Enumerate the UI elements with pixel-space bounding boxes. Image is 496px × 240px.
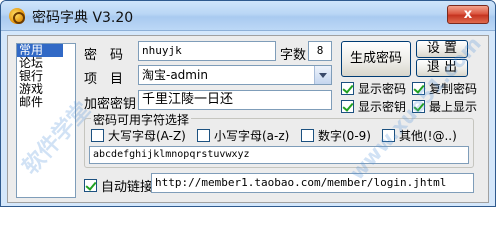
show-key-label: 显示密钥 (358, 100, 407, 114)
generate-password-button[interactable]: 生成密码 (341, 41, 411, 77)
checkbox-checked-icon[interactable] (412, 82, 425, 95)
chevron-down-icon[interactable] (314, 66, 331, 84)
checkbox-checked-icon[interactable] (341, 82, 354, 95)
always-on-top-label: 最上显示 (429, 100, 478, 114)
copy-password-label: 复制密码 (429, 82, 478, 96)
password-label: 密 码 (84, 48, 124, 63)
title-bar[interactable]: 密码字典 V3.20 x (1, 1, 495, 31)
charset-field[interactable]: abcdefghijklmnopqrstuvwxyz (89, 146, 469, 164)
show-password-label: 显示密码 (358, 82, 407, 96)
show-key-checkbox[interactable]: 显示密钥 (341, 98, 406, 115)
app-window: 密码字典 V3.20 x 常用 论坛 银行 游戏 邮件 密 码 nhuyjk 字… (0, 0, 496, 207)
main-panel: 常用 论坛 银行 游戏 邮件 密 码 nhuyjk 字数 8 项 目 淘宝-ad… (7, 35, 489, 203)
checkbox-checked-icon[interactable] (412, 100, 425, 113)
exit-button[interactable]: 退 出 (416, 59, 468, 77)
encrypt-key-field[interactable]: 千里江陵一日还 (138, 90, 332, 110)
checkbox-icon[interactable] (197, 129, 210, 142)
item-select[interactable]: 淘宝-admin (138, 65, 332, 85)
window-title: 密码字典 V3.20 (32, 10, 134, 26)
checkbox-checked-icon[interactable] (341, 100, 354, 113)
checkbox-icon[interactable] (382, 129, 395, 142)
auto-link-checkbox[interactable]: 自动链接 (84, 176, 153, 195)
close-button[interactable]: x (447, 5, 489, 24)
always-on-top-checkbox[interactable]: 最上显示 (412, 98, 477, 115)
uppercase-label: 大写字母(A-Z) (108, 129, 186, 143)
settings-button[interactable]: 设 置 (416, 40, 468, 58)
checkbox-checked-icon[interactable] (84, 179, 97, 192)
length-label: 字数 (280, 48, 307, 63)
charset-group-title: 密码可用字符选择 (91, 111, 192, 128)
encrypt-key-label: 加密密钥 (84, 97, 137, 112)
app-icon (9, 8, 25, 24)
category-item[interactable]: 邮件 (17, 96, 75, 109)
charset-group: 密码可用字符选择 大写字母(A-Z) 小写字母(a-z) 数字(0-9) 其他(… (84, 111, 474, 168)
category-list[interactable]: 常用 论坛 银行 游戏 邮件 (16, 43, 76, 198)
lowercase-label: 小写字母(a-z) (214, 129, 290, 143)
checkbox-icon[interactable] (91, 129, 104, 142)
digits-label: 数字(0-9) (318, 129, 371, 143)
password-field[interactable]: nhuyjk (138, 41, 276, 61)
auto-link-label: 自动链接 (101, 180, 154, 195)
url-field[interactable]: http://member1.taobao.com/member/login.j… (151, 173, 474, 193)
other-chars-label: 其他(!@..) (399, 129, 457, 143)
show-password-checkbox[interactable]: 显示密码 (341, 80, 406, 97)
copy-password-checkbox[interactable]: 复制密码 (412, 80, 477, 97)
digits-checkbox[interactable]: 数字(0-9) (301, 127, 371, 144)
length-field[interactable]: 8 (308, 41, 332, 61)
other-chars-checkbox[interactable]: 其他(!@..) (382, 127, 457, 144)
item-label: 项 目 (84, 72, 124, 87)
lowercase-checkbox[interactable]: 小写字母(a-z) (197, 127, 289, 144)
uppercase-checkbox[interactable]: 大写字母(A-Z) (91, 127, 186, 144)
item-select-value: 淘宝-admin (142, 68, 208, 82)
checkbox-icon[interactable] (301, 129, 314, 142)
